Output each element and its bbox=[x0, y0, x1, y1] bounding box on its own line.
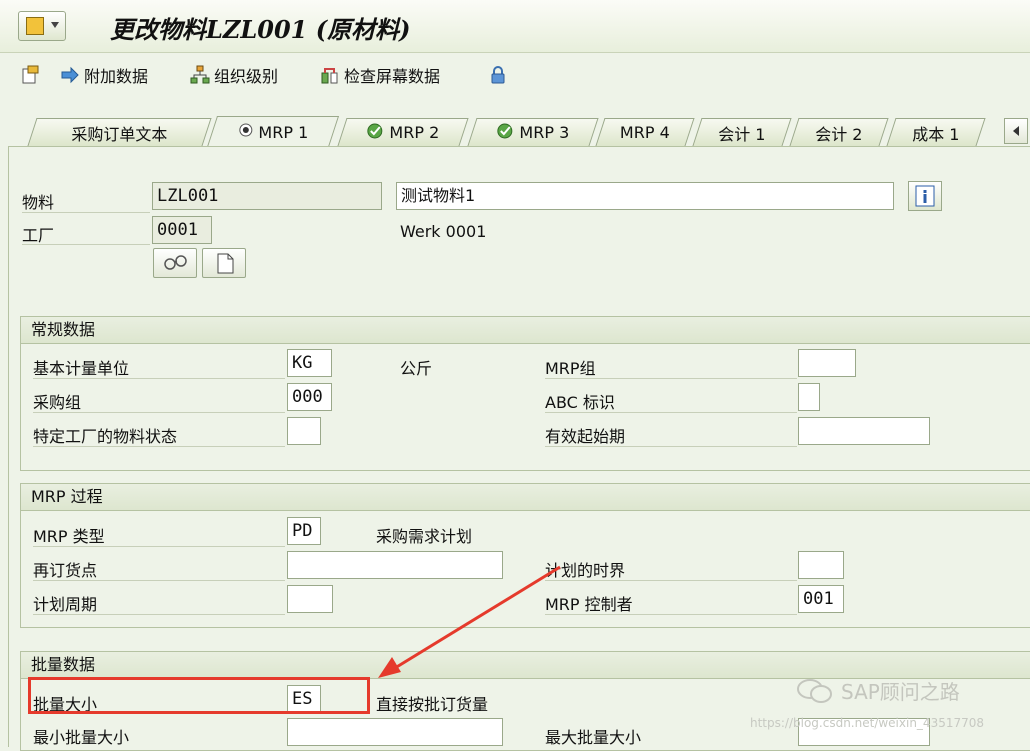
watermark-url: https://blog.csdn.net/weixin_43517708 bbox=[750, 716, 985, 730]
watermark-brand-text: SAP顾问之路 bbox=[841, 680, 960, 704]
watermark-brand: SAP顾问之路 bbox=[795, 676, 960, 705]
annotation-arrow bbox=[378, 565, 561, 678]
wechat-icon bbox=[797, 678, 832, 703]
